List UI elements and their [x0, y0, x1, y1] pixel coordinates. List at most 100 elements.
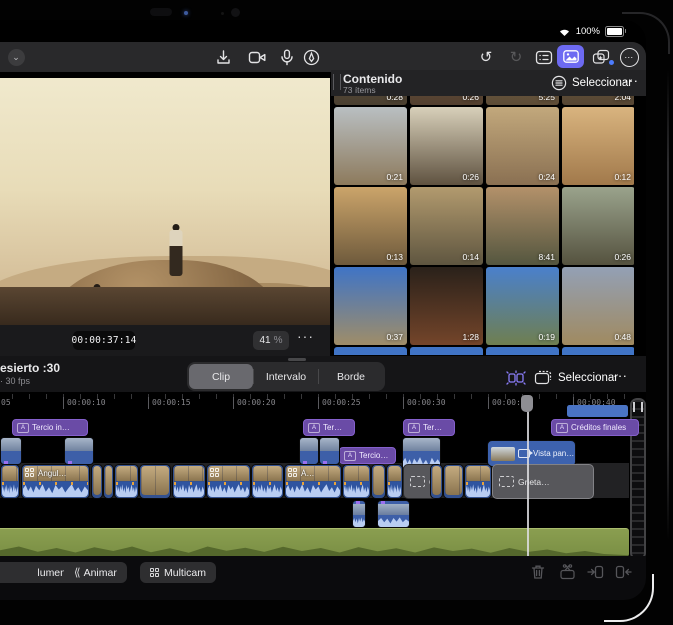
clip-duration: 1:28 — [462, 332, 479, 342]
media-thumbnail[interactable]: 0:28 — [334, 96, 407, 105]
timeline-clip[interactable] — [342, 464, 371, 499]
title-clip[interactable]: A Ter… — [403, 419, 455, 436]
multicam-button[interactable]: Multicam — [140, 562, 217, 583]
animate-label: Animar — [83, 566, 117, 579]
browser-drag-handle[interactable] — [333, 74, 341, 90]
media-thumbnail[interactable]: 0:37 — [334, 267, 407, 345]
viewer-more-button[interactable]: ··· — [297, 328, 314, 344]
media-thumbnail[interactable] — [334, 347, 407, 355]
timeline-clip[interactable] — [251, 464, 284, 499]
undo-button[interactable]: ↺ — [475, 46, 497, 68]
media-thumbnail[interactable]: 1:28 — [410, 267, 483, 345]
record-audio-button[interactable] — [276, 46, 298, 68]
clip-waveform — [388, 482, 401, 497]
media-browser-button[interactable] — [557, 45, 584, 68]
media-thumbnail[interactable] — [486, 347, 559, 355]
title-clip-label: Tercio… — [359, 451, 389, 460]
audio-track[interactable] — [0, 528, 629, 557]
front-camera-lens — [231, 8, 240, 17]
clip-waveform — [353, 517, 365, 527]
timeline-more-button[interactable]: ··· — [613, 368, 628, 383]
timecode-display[interactable]: 00:00:37:14 — [71, 331, 136, 350]
enhance-clips-button[interactable] — [506, 370, 526, 386]
effects-button[interactable] — [590, 46, 612, 68]
media-thumbnail[interactable]: 0:14 — [410, 187, 483, 265]
zoom-level-button[interactable]: 41 % — [253, 331, 289, 350]
title-badge-icon: A — [344, 450, 356, 461]
redo-button[interactable]: ↻ — [505, 46, 527, 68]
browser-more-button[interactable]: ··· — [624, 73, 639, 88]
timeline-clip[interactable] — [430, 464, 443, 499]
mode-clip[interactable]: Clip — [189, 364, 253, 389]
collapse-toolbar-button[interactable]: ⌄ — [5, 46, 27, 68]
connected-video-clip[interactable] — [299, 437, 319, 465]
timeline-clip[interactable] — [443, 464, 464, 499]
media-thumbnail[interactable]: 0:48 — [562, 267, 634, 345]
title-clip[interactable]: A Créditos finales — [551, 419, 639, 436]
mode-borde[interactable]: Borde — [318, 364, 383, 389]
clip-thumbnail — [65, 438, 93, 451]
timeline-clip[interactable] — [0, 464, 20, 499]
trash-icon — [531, 565, 545, 579]
clip-thumbnail — [373, 466, 384, 495]
inspector-button[interactable] — [533, 46, 555, 68]
import-button[interactable] — [212, 46, 234, 68]
timeline-clip[interactable] — [386, 464, 403, 499]
pencil-tool-button[interactable] — [300, 46, 322, 68]
clip-thumbnail — [105, 466, 112, 495]
timeline-select-button[interactable]: Seleccionar — [558, 372, 618, 384]
media-thumbnail[interactable]: 2:04 — [562, 96, 634, 105]
connected-video-clip[interactable]: Vista pan… — [487, 440, 576, 467]
media-thumbnail[interactable] — [562, 347, 634, 355]
connected-audio-clip[interactable] — [567, 405, 628, 417]
media-thumbnail[interactable]: 0:21 — [334, 107, 407, 185]
more-button[interactable]: ⋯ — [618, 46, 640, 68]
media-thumbnail[interactable]: 0:12 — [562, 107, 634, 185]
connected-video-clip[interactable] — [377, 500, 410, 528]
clip-thumbnail — [466, 466, 490, 481]
mode-intervalo[interactable]: Intervalo — [253, 364, 318, 389]
timeline-clip[interactable]: Ángul… — [21, 464, 90, 499]
timeline-clip[interactable] — [114, 464, 139, 499]
insert-clip-button[interactable] — [584, 561, 606, 583]
timeline-resize-handle[interactable] — [288, 358, 306, 361]
title-clip[interactable]: A Tercio in… — [12, 419, 88, 436]
connected-video-clip[interactable] — [352, 500, 366, 528]
media-thumbnail[interactable]: 0:26 — [562, 187, 634, 265]
media-thumbnail[interactable]: 0:19 — [486, 267, 559, 345]
connected-video-clip[interactable] — [319, 437, 340, 465]
media-thumbnail[interactable]: 5:25 — [486, 96, 559, 105]
clip-duration: 0:14 — [462, 252, 479, 262]
timeline-clip[interactable] — [103, 464, 114, 499]
timeline-clip[interactable] — [464, 464, 492, 499]
title-clip[interactable]: A Ter… — [303, 419, 355, 436]
timeline-clip[interactable] — [172, 464, 206, 499]
title-clip[interactable]: A Tercio… — [339, 447, 396, 464]
connected-video-clip[interactable] — [0, 437, 22, 465]
browser-filter-button[interactable] — [551, 75, 567, 91]
playhead-handle[interactable] — [521, 395, 533, 412]
connected-video-clip[interactable] — [64, 437, 94, 465]
timeline-clip[interactable] — [371, 464, 386, 499]
media-thumbnail[interactable]: 0:24 — [486, 107, 559, 185]
media-thumbnail[interactable]: 0:13 — [334, 187, 407, 265]
media-thumbnail[interactable]: 0:26 — [410, 107, 483, 185]
record-video-button[interactable] — [246, 46, 268, 68]
clip-overlay-button[interactable] — [534, 370, 552, 385]
delete-clip-button[interactable] — [527, 561, 549, 583]
title-badge-icon: A — [556, 422, 568, 433]
media-thumbnail[interactable]: 0:26 — [410, 96, 483, 105]
media-thumbnail[interactable] — [410, 347, 483, 355]
timeline-clip[interactable] — [91, 464, 103, 499]
blade-button[interactable] — [556, 561, 578, 583]
timeline-clip[interactable] — [206, 464, 251, 499]
media-thumbnail[interactable]: 8:41 — [486, 187, 559, 265]
clip-duration: 0:37 — [386, 332, 403, 342]
timeline-clip[interactable]: Grieta… — [492, 464, 594, 499]
timeline-clip[interactable]: Á… — [284, 464, 342, 499]
animate-button[interactable]: ⟨⟨ Animar — [64, 562, 127, 583]
viewer-toolbar: 00:00:37:14 41 % ··· — [0, 325, 330, 356]
clip-waveform — [466, 482, 490, 497]
viewer-preview[interactable] — [0, 78, 330, 325]
timeline-clip[interactable] — [139, 464, 171, 499]
